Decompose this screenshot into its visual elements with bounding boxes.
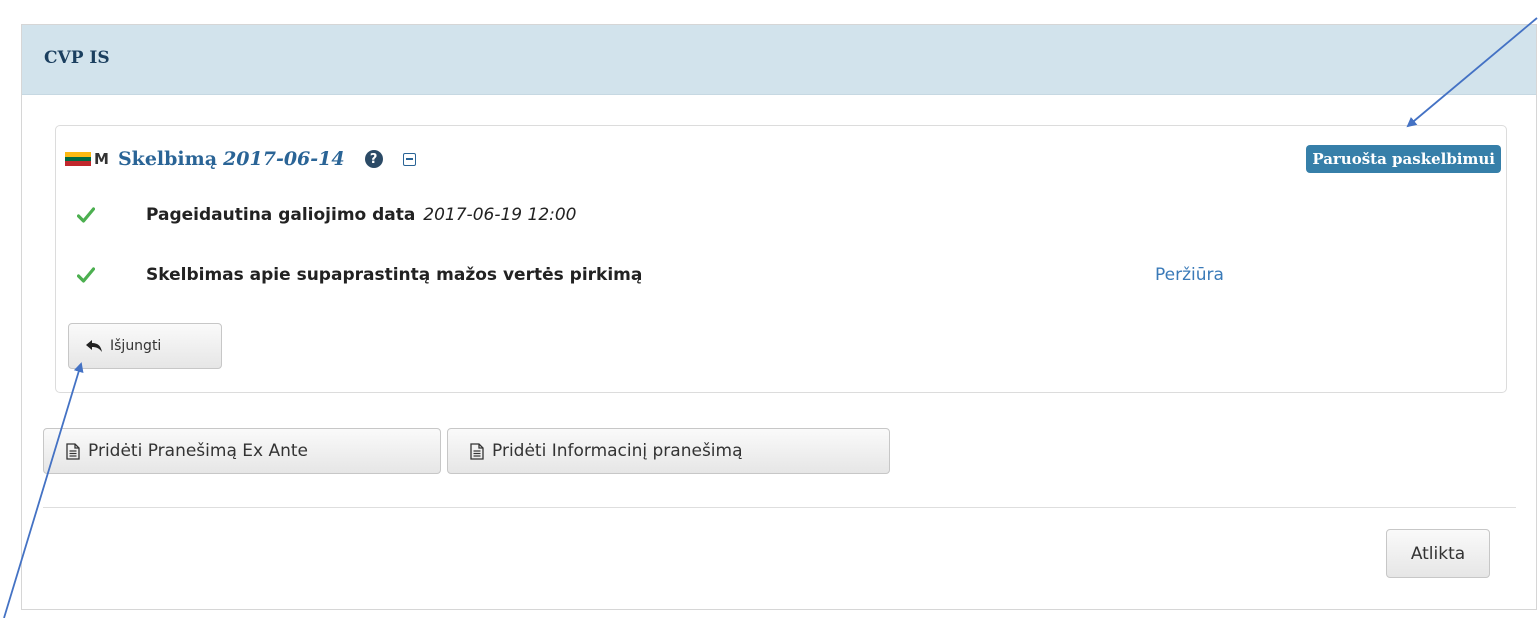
divider <box>43 507 1516 508</box>
document-icon <box>66 442 80 460</box>
add-ex-ante-label: Pridėti Pranešimą Ex Ante <box>88 441 308 461</box>
status-badge: Paruošta paskelbimui <box>1306 145 1501 173</box>
check-icon <box>77 207 95 223</box>
undo-arrow-icon <box>86 340 102 352</box>
notice-title-link[interactable]: Skelbimą <box>118 148 217 170</box>
notice-card: M Skelbimą 2017-06-14 ? Paruošta paskelb… <box>55 125 1507 393</box>
validity-date-row: Pageidautina galiojimo data 2017-06-19 1… <box>56 200 1506 230</box>
disable-button[interactable]: Išjungti <box>68 323 222 369</box>
add-ex-ante-button[interactable]: Pridėti Pranešimą Ex Ante <box>43 428 441 474</box>
document-icon <box>470 442 484 460</box>
lithuania-flag-icon <box>65 152 91 167</box>
notice-doc-row: Skelbimas apie supaprastintą mažos vertė… <box>56 260 1506 290</box>
question-circle-icon[interactable]: ? <box>364 150 383 168</box>
minus-square-icon[interactable] <box>402 152 416 166</box>
notice-card-header: M Skelbimą 2017-06-14 ? <box>65 146 416 172</box>
panel-title: CVP IS <box>44 48 110 68</box>
preview-link[interactable]: Peržiūra <box>1155 265 1224 285</box>
cvp-panel: CVP IS M Skelbimą 2017-06-14 ? Paruošta … <box>21 24 1537 610</box>
add-info-notice-button[interactable]: Pridėti Informacinį pranešimą <box>447 428 890 474</box>
done-button[interactable]: Atlikta <box>1386 529 1490 578</box>
notice-doc-label: Skelbimas apie supaprastintą mažos vertė… <box>146 265 643 285</box>
validity-date-label: Pageidautina galiojimo data 2017-06-19 1… <box>146 205 577 225</box>
notice-date[interactable]: 2017-06-14 <box>223 148 345 170</box>
disable-button-label: Išjungti <box>110 338 162 354</box>
check-icon <box>77 267 95 283</box>
validity-date-value: 2017-06-19 12:00 <box>423 205 577 225</box>
notice-type-letter: M <box>94 150 109 168</box>
add-info-notice-label: Pridėti Informacinį pranešimą <box>492 441 743 461</box>
panel-header: CVP IS <box>22 25 1536 95</box>
